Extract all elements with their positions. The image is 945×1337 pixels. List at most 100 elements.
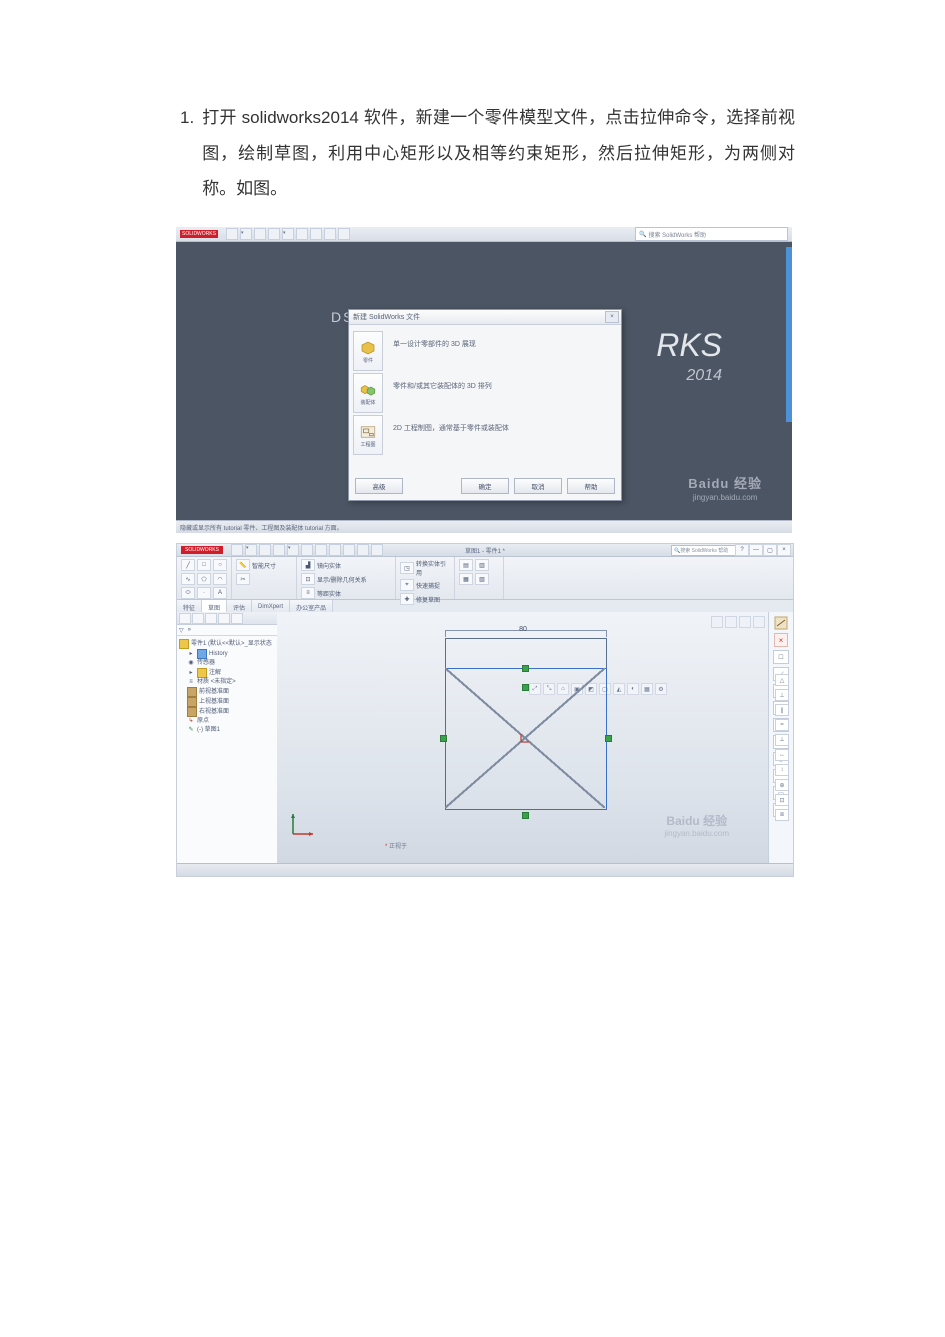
qat-options-icon[interactable] bbox=[371, 544, 383, 556]
dialog-option-part[interactable]: 零件 单一设计零部件的 3D 展现 bbox=[353, 331, 617, 373]
dimension-value-top[interactable]: 80 bbox=[519, 626, 527, 633]
relation-midpoint[interactable]: ⊡ bbox=[775, 794, 789, 806]
tree-tab-dimxpert-icon[interactable] bbox=[218, 613, 230, 624]
ribbon-display-4-icon[interactable]: ▧ bbox=[475, 573, 489, 585]
tree-tab-config-icon[interactable] bbox=[205, 613, 217, 624]
dialog-option-drawing[interactable]: 工程图 2D 工程制图，通常基于零件或装配体 bbox=[353, 415, 617, 457]
ribbon-display-1-icon[interactable]: ▤ bbox=[459, 559, 473, 571]
filter-icon[interactable]: ▽ bbox=[179, 627, 184, 634]
expand-icon[interactable]: ▸ bbox=[187, 669, 195, 678]
hv-hide-show-icon[interactable]: ◭ bbox=[613, 683, 625, 695]
hud-2-icon[interactable] bbox=[725, 616, 737, 628]
ok-button[interactable]: 确定 bbox=[461, 478, 509, 494]
qat-save-dropdown-icon[interactable] bbox=[282, 228, 294, 240]
close-icon[interactable]: × bbox=[777, 544, 791, 556]
hud-3-icon[interactable] bbox=[739, 616, 751, 628]
relation-vertical[interactable]: ⊥ bbox=[775, 689, 789, 701]
cancel-button[interactable]: 取消 bbox=[514, 478, 562, 494]
qat-save-icon[interactable] bbox=[273, 544, 285, 556]
orientation-triad[interactable] bbox=[289, 808, 319, 838]
hv-view-settings-icon[interactable]: ⚙ bbox=[655, 683, 667, 695]
slot-tool-button[interactable]: ⬭ bbox=[181, 587, 195, 599]
qat-new-dropdown-icon[interactable] bbox=[245, 544, 257, 556]
smart-dimension-button[interactable]: 📏 bbox=[236, 559, 250, 571]
qat-rebuild-icon[interactable] bbox=[357, 544, 369, 556]
qat-print-icon[interactable] bbox=[301, 544, 313, 556]
ribbon-display-3-icon[interactable]: ▦ bbox=[459, 573, 473, 585]
cancel-sketch-button[interactable]: × bbox=[774, 633, 788, 647]
hud-4-icon[interactable] bbox=[753, 616, 765, 628]
qat-save-dropdown-icon[interactable] bbox=[287, 544, 299, 556]
relation-perpendicular[interactable]: ⟂ bbox=[775, 734, 789, 746]
qat-print-icon[interactable] bbox=[296, 228, 308, 240]
filter-expand-icon[interactable]: » bbox=[188, 627, 191, 633]
snap-button[interactable]: ⌖ bbox=[400, 579, 414, 591]
relation-equal[interactable]: = bbox=[775, 719, 789, 731]
hud-1-icon[interactable] bbox=[711, 616, 723, 628]
tree-history[interactable]: ▸History bbox=[179, 649, 275, 659]
sketch-point[interactable] bbox=[522, 812, 529, 819]
circle-tool-button[interactable]: ○ bbox=[213, 559, 227, 571]
sketch-point[interactable] bbox=[522, 665, 529, 672]
hv-apply-scene-icon[interactable]: ▦ bbox=[641, 683, 653, 695]
arc-tool-button[interactable]: ◠ bbox=[213, 573, 227, 585]
relation-collinear[interactable]: ↔ bbox=[775, 749, 789, 761]
tree-tab-property-icon[interactable] bbox=[192, 613, 204, 624]
relation-horizontal[interactable]: △ bbox=[775, 674, 789, 686]
ribbon-display-2-icon[interactable]: ▥ bbox=[475, 559, 489, 571]
help-search-input[interactable]: 🔍 搜索 SolidWorks 帮助 bbox=[635, 227, 788, 241]
offset-button[interactable]: ≡ bbox=[301, 587, 315, 599]
relation-coincident[interactable]: ↕ bbox=[775, 764, 789, 776]
qat-new-icon[interactable] bbox=[226, 228, 238, 240]
tree-annotations[interactable]: ▸注解 bbox=[179, 668, 275, 678]
qat-rebuild-icon[interactable] bbox=[338, 228, 350, 240]
point-tool-button[interactable]: · bbox=[197, 587, 211, 599]
relation-concentric[interactable]: ⊕ bbox=[775, 779, 789, 791]
qat-options-icon[interactable] bbox=[324, 228, 336, 240]
tree-top-plane[interactable]: 上视基准面 bbox=[179, 697, 275, 707]
help-button[interactable]: 帮助 bbox=[567, 478, 615, 494]
sketch-point[interactable] bbox=[440, 735, 447, 742]
tree-root[interactable]: 零件1 (默认<<默认>_显示状态 bbox=[179, 639, 275, 649]
qat-new-icon[interactable] bbox=[231, 544, 243, 556]
relations-button[interactable]: ⊡ bbox=[301, 573, 315, 585]
minimize-icon[interactable]: — bbox=[749, 544, 763, 556]
exit-sketch-icon[interactable] bbox=[774, 616, 788, 630]
graphics-viewport[interactable]: ⤢ ⤡ ⌂ ▣ ◩ ▢ ◭ ◐ ▦ ⚙ 80 bbox=[277, 612, 769, 864]
relation-fix[interactable]: ⧈ bbox=[775, 809, 789, 821]
qat-open-icon[interactable] bbox=[259, 544, 271, 556]
qat-select-icon[interactable] bbox=[343, 544, 355, 556]
tree-sketch1[interactable]: ✎(-) 草图1 bbox=[179, 726, 275, 735]
hv-edit-appearance-icon[interactable]: ◐ bbox=[627, 683, 639, 695]
rr-tool-1[interactable]: ☐ bbox=[773, 650, 789, 664]
qat-save-icon[interactable] bbox=[268, 228, 280, 240]
maximize-icon[interactable]: ▢ bbox=[763, 544, 777, 556]
tree-origin[interactable]: ↳原点 bbox=[179, 717, 275, 726]
trim-button[interactable]: ✂ bbox=[236, 573, 250, 585]
mirror-button[interactable]: ▟ bbox=[301, 559, 315, 571]
tree-tab-feature-icon[interactable] bbox=[179, 613, 191, 624]
convert-button[interactable]: ◳ bbox=[400, 562, 414, 574]
sketch-point[interactable] bbox=[605, 735, 612, 742]
help-button-icon[interactable]: ? bbox=[735, 544, 749, 556]
line-tool-button[interactable]: ╱ bbox=[181, 559, 195, 571]
text-tool-button[interactable]: A bbox=[213, 587, 227, 599]
spline-tool-button[interactable]: ∿ bbox=[181, 573, 195, 585]
qat-undo-icon[interactable] bbox=[315, 544, 327, 556]
advanced-button[interactable]: 高级 bbox=[355, 478, 403, 494]
relation-parallel[interactable]: ∥ bbox=[775, 704, 789, 716]
qat-redo-icon[interactable] bbox=[329, 544, 341, 556]
dialog-option-assembly[interactable]: 装配体 零件和/或其它装配体的 3D 排列 bbox=[353, 373, 617, 415]
tree-right-plane[interactable]: 右视基准面 bbox=[179, 707, 275, 717]
tree-tab-display-icon[interactable] bbox=[231, 613, 243, 624]
repair-button[interactable]: ✚ bbox=[400, 593, 414, 605]
qat-undo-icon[interactable] bbox=[310, 228, 322, 240]
tree-front-plane[interactable]: 前视基准面 bbox=[179, 687, 275, 697]
dialog-close-button[interactable]: × bbox=[605, 311, 619, 323]
tree-material[interactable]: ≡材质 <未指定> bbox=[179, 678, 275, 687]
expand-icon[interactable]: ▸ bbox=[187, 650, 195, 659]
rectangle-tool-button[interactable]: □ bbox=[197, 559, 211, 571]
qat-open-icon[interactable] bbox=[254, 228, 266, 240]
tree-sensors[interactable]: ◉传感器 bbox=[179, 659, 275, 668]
task-pane-tab[interactable] bbox=[786, 247, 792, 422]
